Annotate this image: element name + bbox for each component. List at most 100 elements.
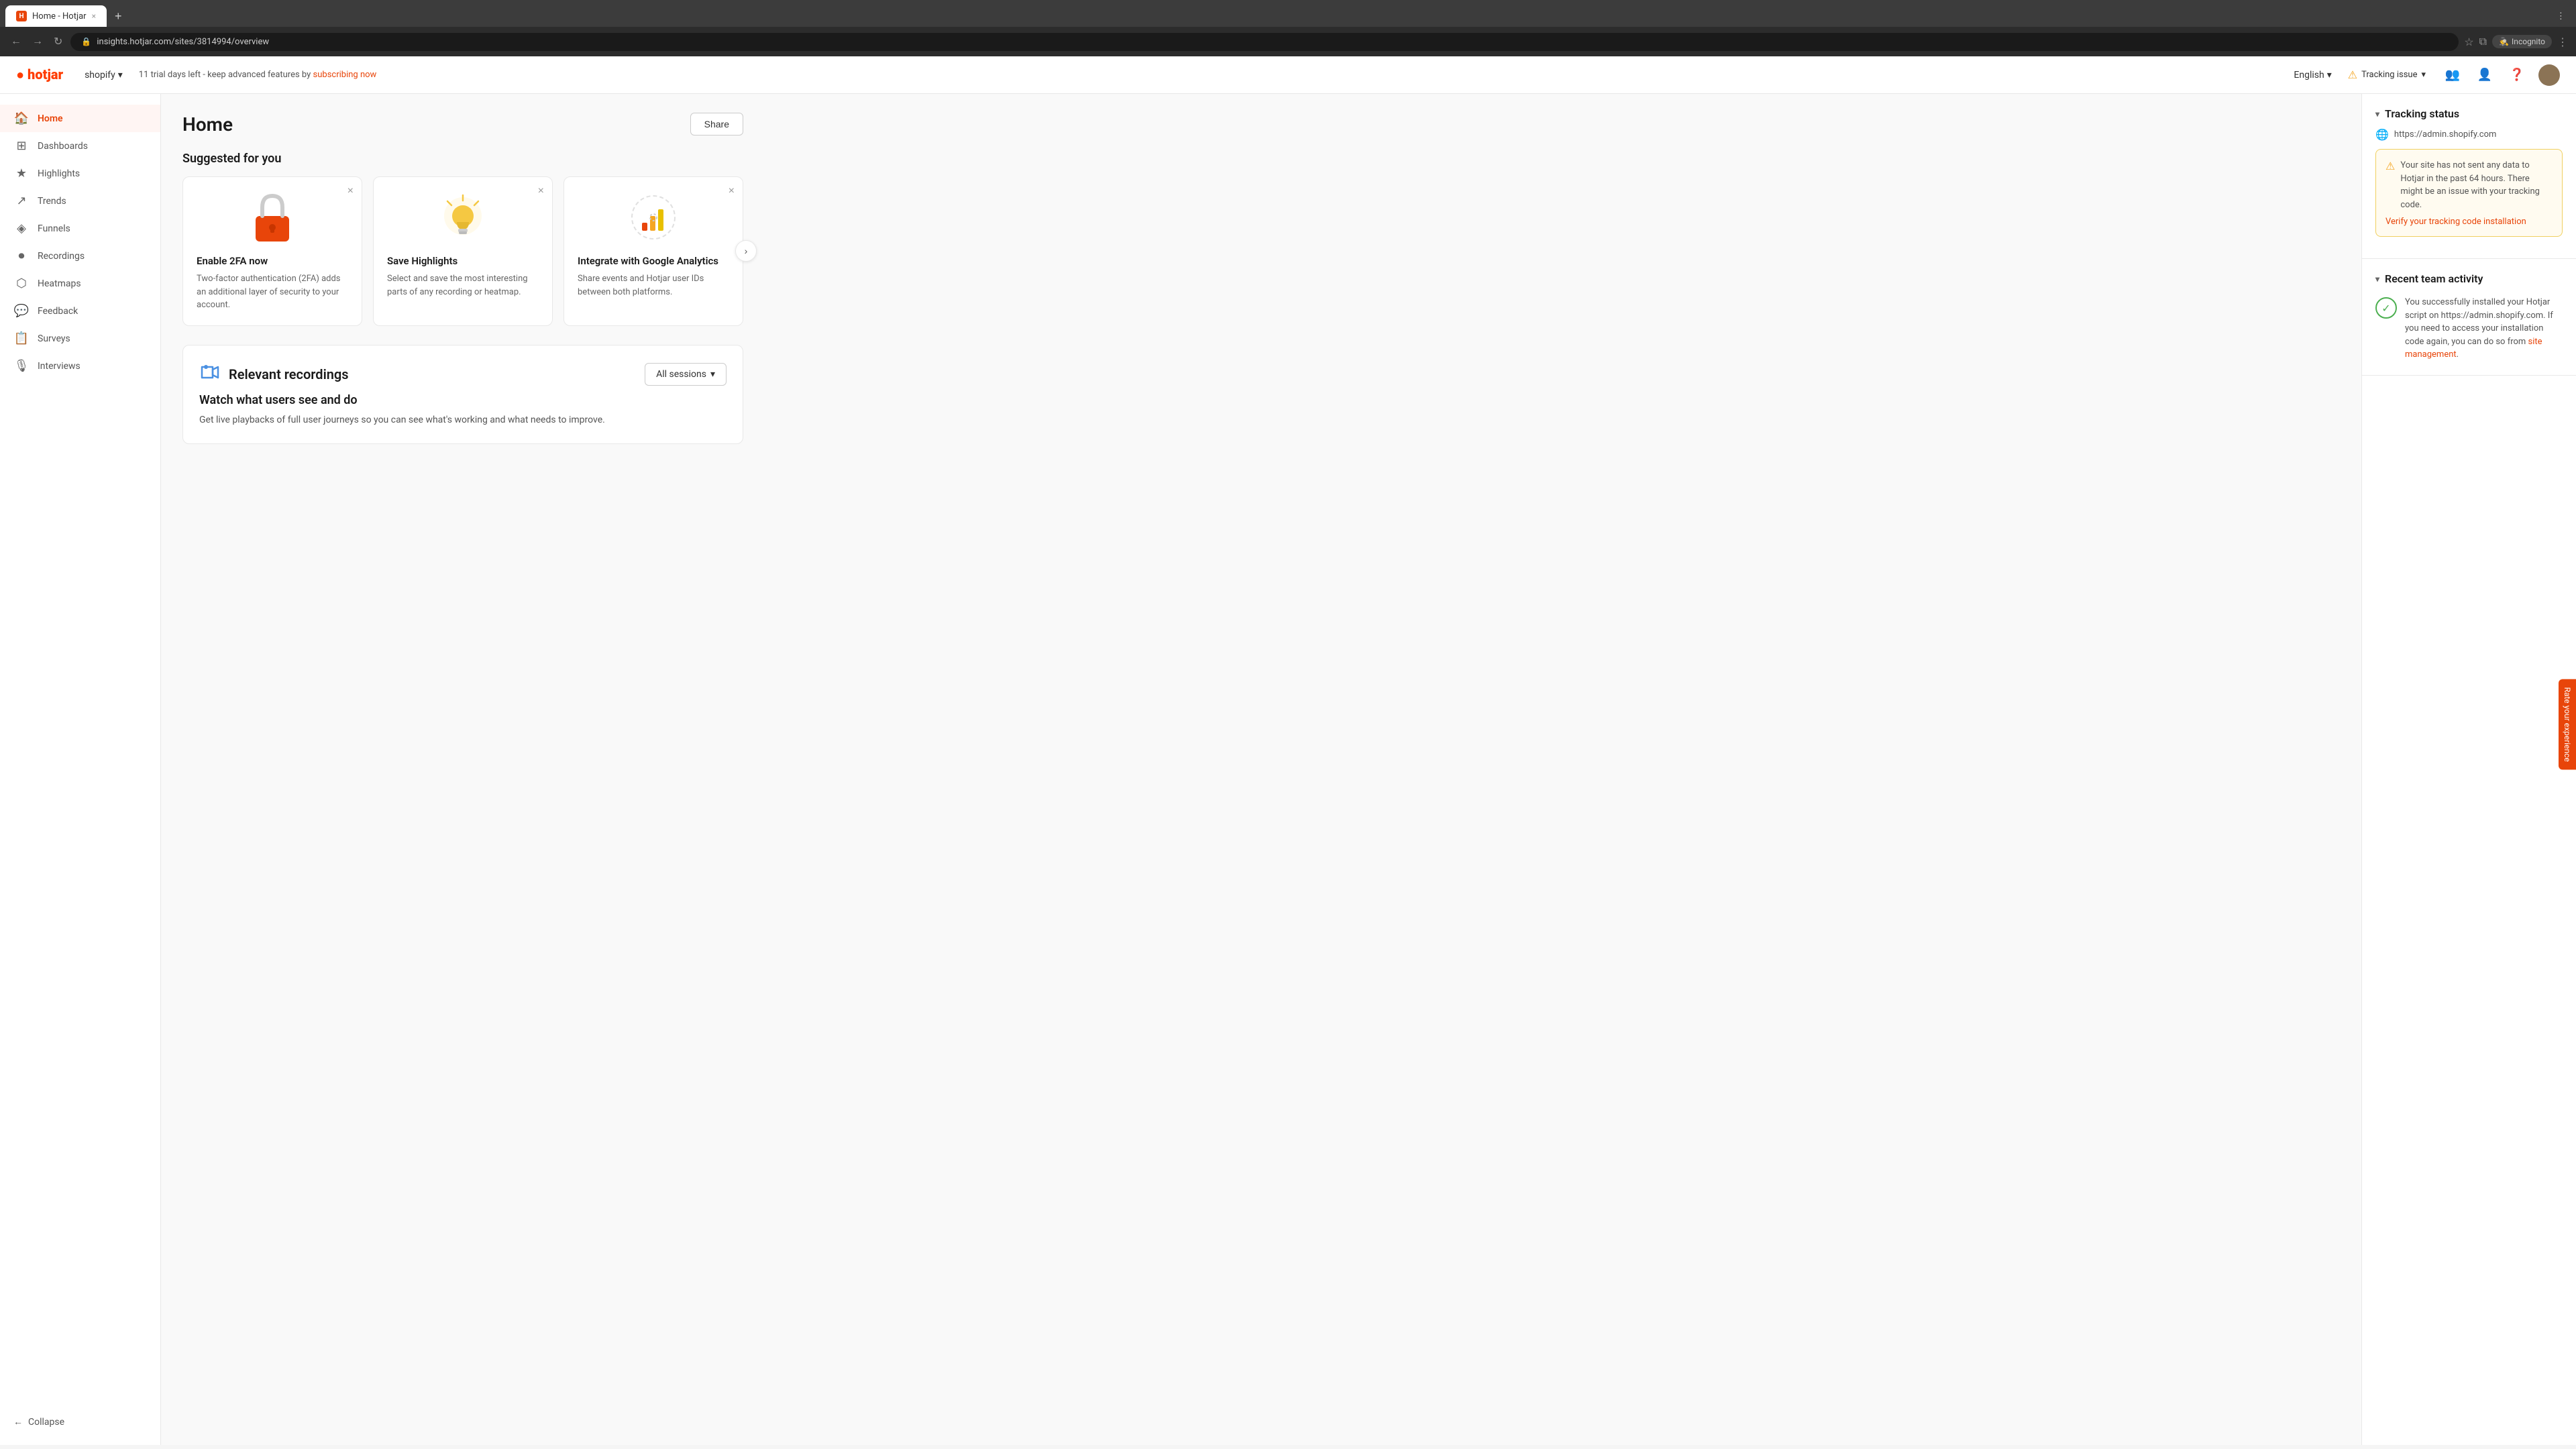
sidebar: 🏠 Home ⊞ Dashboards ★ Highlights ↗ Trend… (0, 94, 161, 1445)
new-tab-button[interactable]: + (109, 7, 127, 26)
heatmaps-icon: ⬡ (13, 276, 30, 290)
tab-title: Home - Hotjar (32, 11, 87, 21)
verify-tracking-link[interactable]: Verify your tracking code installation (2385, 217, 2553, 227)
browser-menu-icon[interactable]: ⋮ (2557, 36, 2568, 48)
content-inner: Home Share Suggested for you × (161, 94, 765, 463)
sidebar-item-surveys[interactable]: 📋 Surveys (0, 325, 160, 352)
recent-activity-label: Recent team activity (2385, 272, 2483, 285)
language-label: English (2294, 70, 2324, 80)
recent-activity-title: ▾ Recent team activity (2375, 272, 2563, 285)
card-title-analytics: Integrate with Google Analytics (578, 255, 729, 267)
main-layout: 🏠 Home ⊞ Dashboards ★ Highlights ↗ Trend… (0, 94, 2576, 1445)
language-selector[interactable]: English ▾ (2294, 70, 2331, 80)
tracking-chevron-icon: ▾ (2421, 70, 2426, 80)
tracking-issue-button[interactable]: ⚠ Tracking issue ▾ (2343, 66, 2431, 84)
browser-action-icons: ☆ ⧉ 🕵 Incognito ⋮ (2464, 35, 2568, 48)
recordings-section: Relevant recordings All sessions ▾ Watch… (182, 345, 743, 444)
incognito-badge: 🕵 Incognito (2492, 35, 2552, 48)
profile-button[interactable]: 👤 (2474, 64, 2496, 86)
top-navigation: ● hotjar shopify ▾ 11 trial days left - … (0, 56, 2576, 94)
sidebar-item-dashboards[interactable]: ⊞ Dashboards (0, 132, 160, 160)
card-close-highlights[interactable]: × (538, 185, 544, 197)
help-button[interactable]: ❓ (2506, 64, 2528, 86)
warning-triangle-icon: ⚠ (2385, 160, 2395, 211)
bookmark-icon[interactable]: ☆ (2464, 36, 2473, 48)
refresh-button[interactable]: ↻ (51, 32, 65, 51)
tab-icon[interactable]: ⧉ (2479, 35, 2487, 48)
collapse-icon: ← (13, 1416, 23, 1428)
card-icon-highlights (436, 191, 490, 244)
language-dropdown-icon: ▾ (2327, 70, 2332, 80)
tracking-issue-label: Tracking issue (2361, 70, 2417, 80)
activity-period: . (2457, 350, 2459, 360)
main-content: Home Share Suggested for you × (161, 94, 2361, 1445)
recordings-description: Get live playbacks of full user journeys… (199, 413, 727, 427)
sidebar-item-recordings[interactable]: ⏺ Recordings (0, 242, 160, 270)
forward-button[interactable]: → (30, 33, 46, 50)
back-button[interactable]: ← (8, 33, 24, 50)
site-selector[interactable]: shopify ▾ (79, 67, 128, 83)
card-close-analytics[interactable]: × (729, 185, 735, 197)
sessions-dropdown[interactable]: All sessions ▾ (645, 363, 727, 386)
recent-activity-chevron[interactable]: ▾ (2375, 274, 2379, 284)
sessions-label: All sessions (656, 369, 706, 380)
activity-check-icon: ✓ (2375, 297, 2397, 319)
suggested-section-title: Suggested for you (182, 152, 743, 166)
right-panel: ▾ Tracking status 🌐 https://admin.shopif… (2361, 94, 2576, 1445)
sidebar-item-trends[interactable]: ↗ Trends (0, 187, 160, 215)
recordings-icon: ⏺ (13, 249, 30, 263)
sessions-dropdown-icon: ▾ (710, 369, 715, 380)
recent-activity-section: ▾ Recent team activity ✓ You successfull… (2362, 259, 2576, 376)
address-input[interactable]: 🔒 insights.hotjar.com/sites/3814994/over… (70, 33, 2459, 51)
sidebar-item-highlights[interactable]: ★ Highlights (0, 160, 160, 187)
card-integrate-analytics[interactable]: × (564, 176, 743, 326)
rate-experience-sidebar[interactable]: Rate your experience (2559, 679, 2576, 769)
collapse-label: Collapse (28, 1417, 64, 1428)
warning-icon: ⚠ (2348, 68, 2357, 81)
sidebar-item-feedback[interactable]: 💬 Feedback (0, 297, 160, 325)
sidebar-label-heatmaps: Heatmaps (38, 278, 81, 289)
user-avatar[interactable] (2538, 64, 2560, 86)
tracking-status-title: ▾ Tracking status (2375, 107, 2563, 120)
address-text: insights.hotjar.com/sites/3814994/overvi… (97, 37, 269, 47)
tracking-site-url: 🌐 https://admin.shopify.com (2375, 128, 2563, 141)
active-tab[interactable]: H Home - Hotjar × (5, 5, 107, 27)
card-save-highlights[interactable]: × (373, 176, 553, 326)
card-icon-2fa (246, 191, 299, 244)
sidebar-item-heatmaps[interactable]: ⬡ Heatmaps (0, 270, 160, 297)
activity-item: ✓ You successfully installed your Hotjar… (2375, 296, 2563, 362)
recordings-section-title: Relevant recordings (229, 366, 349, 382)
hotjar-logo: ● hotjar (16, 66, 63, 83)
trial-banner: 11 trial days left - keep advanced featu… (139, 70, 2284, 80)
sidebar-item-home[interactable]: 🏠 Home (0, 105, 160, 132)
card-enable-2fa[interactable]: × Enable 2FA (182, 176, 362, 326)
sidebar-label-interviews: Interviews (38, 361, 80, 372)
cards-next-button[interactable]: › (735, 240, 757, 262)
sidebar-label-highlights: Highlights (38, 168, 80, 179)
subscribe-link[interactable]: subscribing now (313, 70, 377, 80)
card-close-2fa[interactable]: × (347, 185, 354, 197)
trial-text: 11 trial days left - keep advanced featu… (139, 70, 313, 80)
sidebar-item-interviews[interactable]: 🎙 Interviews (0, 352, 160, 380)
share-button[interactable]: Share (690, 113, 743, 136)
nav-right: English ▾ ⚠ Tracking issue ▾ 👥 👤 ❓ (2294, 64, 2560, 86)
sidebar-label-trends: Trends (38, 196, 66, 207)
dashboards-icon: ⊞ (13, 139, 30, 153)
incognito-icon: 🕵 (2499, 37, 2509, 46)
browser-menu-button[interactable]: ⋮ (2551, 8, 2571, 24)
sidebar-label-home: Home (38, 113, 63, 124)
site-dropdown-icon: ▾ (118, 70, 123, 80)
sidebar-item-funnels[interactable]: ◈ Funnels (0, 215, 160, 242)
globe-icon: 🌐 (2375, 128, 2389, 141)
collapse-button[interactable]: ← Collapse (0, 1409, 160, 1434)
card-icon-analytics (627, 191, 680, 244)
address-bar: ← → ↻ 🔒 insights.hotjar.com/sites/381499… (0, 27, 2576, 56)
rate-experience-label: Rate your experience (2563, 687, 2572, 761)
card-desc-highlights: Select and save the most interesting par… (387, 272, 539, 299)
incognito-label: Incognito (2512, 37, 2545, 46)
tracking-status-chevron[interactable]: ▾ (2375, 109, 2379, 119)
invite-button[interactable]: 👥 (2442, 64, 2463, 86)
tracking-warning-box: ⚠ Your site has not sent any data to Hot… (2375, 149, 2563, 237)
tab-close-button[interactable]: × (92, 11, 96, 21)
sidebar-label-feedback: Feedback (38, 306, 78, 317)
